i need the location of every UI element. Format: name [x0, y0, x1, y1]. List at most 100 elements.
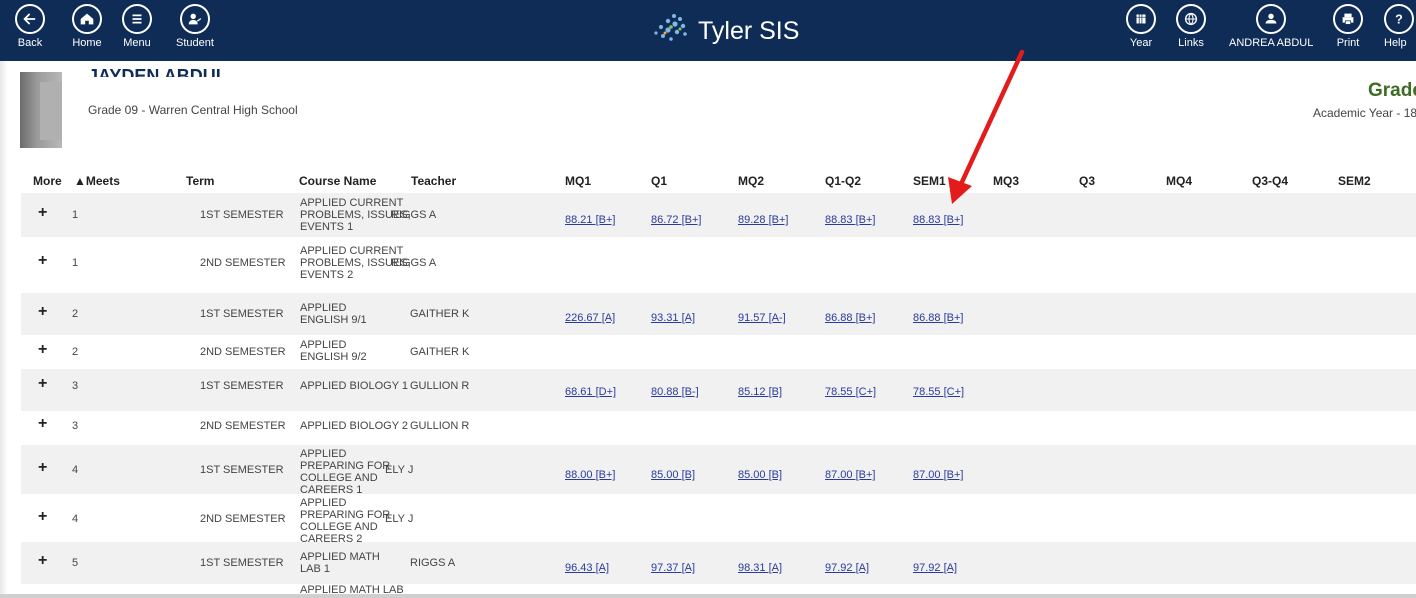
cell-teacher: GULLION R [410, 420, 470, 432]
col-header-course[interactable]: Course Name [299, 174, 376, 188]
cell-teacher: ELY J [385, 513, 414, 525]
col-header-q3[interactable]: Q3 [1079, 174, 1095, 188]
grade-link-mq1[interactable]: 68.61 [D+] [565, 386, 616, 398]
links-button[interactable]: Links [1176, 2, 1206, 49]
student-grade-school: Grade 09 - Warren Central High School [88, 103, 298, 117]
cell-teacher: GAITHER K [410, 346, 470, 358]
grade-link-mq1[interactable]: 88.21 [B+] [565, 214, 615, 226]
grade-link-sem1[interactable]: 87.00 [B+] [913, 469, 963, 481]
grade-link-q1[interactable]: 93.31 [A] [651, 312, 695, 324]
cell-term: 2ND SEMESTER [200, 346, 286, 358]
grade-link-mq2[interactable]: 85.12 [B] [738, 386, 782, 398]
globe-icon [1176, 4, 1206, 34]
cell-teacher: RIGGS A [391, 257, 437, 269]
col-header-mq4[interactable]: MQ4 [1166, 174, 1192, 188]
cell-course: APPLIED ENGLISH 9/1 [300, 302, 367, 326]
expand-plus-icon[interactable]: + [38, 552, 47, 570]
cell-teacher: RIGGS A [410, 557, 456, 569]
grade-link-q1-q2[interactable]: 97.92 [A] [825, 562, 869, 574]
cell-meets: 3 [72, 420, 79, 432]
grade-link-sem1[interactable]: 86.88 [B+] [913, 312, 963, 324]
grade-link-q1[interactable]: 97.37 [A] [651, 562, 695, 574]
back-arrow-icon [15, 4, 45, 34]
table-row: + 1 1ST SEMESTER APPLIED CURRENT PROBLEM… [21, 193, 1416, 237]
col-header-mq1[interactable]: MQ1 [565, 174, 591, 188]
grade-link-sem1[interactable]: 97.92 [A] [913, 562, 957, 574]
expand-plus-icon[interactable]: + [38, 341, 47, 359]
menu-button[interactable]: Menu [122, 2, 152, 49]
grade-link-mq2[interactable]: 89.28 [B+] [738, 214, 788, 226]
grade-link-q1-q2[interactable]: 87.00 [B+] [825, 469, 875, 481]
brand-logo: Tyler SIS [652, 12, 799, 50]
expand-plus-icon[interactable]: + [38, 252, 47, 270]
col-header-term[interactable]: Term [186, 174, 214, 188]
table-row: + 5 1ST SEMESTER APPLIED MATH LAB 1 RIGG… [21, 542, 1416, 584]
grade-link-mq1[interactable]: 96.43 [A] [565, 562, 609, 574]
grade-link-q1-q2[interactable]: 88.83 [B+] [825, 214, 875, 226]
cell-course: APPLIED BIOLOGY 1 [300, 380, 409, 392]
home-button[interactable]: Home [72, 2, 102, 49]
help-button[interactable]: ? Help [1384, 2, 1416, 49]
cell-meets: 1 [72, 209, 79, 221]
col-header-sem1[interactable]: SEM1 [913, 174, 946, 188]
cell-meets: 1 [72, 257, 79, 269]
help-icon: ? [1384, 4, 1414, 34]
expand-plus-icon[interactable]: + [38, 204, 47, 222]
table-row: + 2 1ST SEMESTER APPLIED ENGLISH 9/1 GAI… [21, 293, 1416, 335]
grade-link-mq1[interactable]: 226.67 [A] [565, 312, 615, 324]
col-header-q1[interactable]: Q1 [651, 174, 667, 188]
grade-link-q1[interactable]: 85.00 [B] [651, 469, 695, 481]
cell-term: 2ND SEMESTER [200, 513, 286, 525]
grade-link-mq2[interactable]: 85.00 [B] [738, 469, 782, 481]
col-header-meets[interactable]: ▲Meets [74, 174, 120, 188]
grade-link-q1-q2[interactable]: 78.55 [C+] [825, 386, 876, 398]
print-button[interactable]: Print [1333, 2, 1363, 49]
help-label: Help [1384, 37, 1407, 49]
cell-term: 1ST SEMESTER [200, 308, 284, 320]
grade-link-sem1[interactable]: 88.83 [B+] [913, 214, 963, 226]
cell-meets: 4 [72, 464, 79, 476]
cell-teacher: GAITHER K [410, 308, 470, 320]
expand-plus-icon[interactable]: + [38, 375, 47, 393]
grade-link-q1[interactable]: 86.72 [B+] [651, 214, 701, 226]
grade-link-mq2[interactable]: 91.57 [A-] [738, 312, 786, 324]
cell-teacher: RIGGS A [391, 209, 437, 221]
col-header-sem2[interactable]: SEM2 [1338, 174, 1371, 188]
back-button[interactable]: Back [15, 2, 45, 49]
col-header-mq3[interactable]: MQ3 [993, 174, 1019, 188]
back-label: Back [17, 37, 43, 49]
cell-course: APPLIED ENGLISH 9/2 [300, 339, 367, 363]
cell-term: 2ND SEMESTER [200, 420, 286, 432]
grade-link-mq2[interactable]: 98.31 [A] [738, 562, 782, 574]
menu-label: Menu [123, 37, 151, 49]
col-header-q3-q4[interactable]: Q3-Q4 [1252, 174, 1288, 188]
page-title: Grades [1368, 80, 1416, 101]
year-button[interactable]: Year [1126, 2, 1156, 49]
expand-plus-icon[interactable]: + [38, 303, 47, 321]
grade-link-q1[interactable]: 80.88 [B-] [651, 386, 699, 398]
cell-course: APPLIED MATH LAB [300, 584, 404, 594]
cell-course: APPLIED BIOLOGY 2 [300, 420, 409, 432]
expand-plus-icon[interactable]: + [38, 508, 47, 526]
expand-plus-icon[interactable]: + [38, 415, 47, 433]
grade-link-sem1[interactable]: 78.55 [C+] [913, 386, 964, 398]
student-photo [20, 72, 62, 148]
user-account-button[interactable]: ANDREA ABDUL [1229, 2, 1313, 49]
expand-plus-icon[interactable]: + [38, 459, 47, 477]
links-label: Links [1178, 37, 1204, 49]
grade-link-mq1[interactable]: 88.00 [B+] [565, 469, 615, 481]
table-row: + 3 1ST SEMESTER APPLIED BIOLOGY 1 GULLI… [21, 369, 1416, 411]
printer-icon [1333, 4, 1363, 34]
col-header-q1-q2[interactable]: Q1-Q2 [825, 174, 861, 188]
cell-term: 2ND SEMESTER [200, 257, 286, 269]
table-row: APPLIED MATH LAB [21, 584, 1416, 594]
grade-link-q1-q2[interactable]: 86.88 [B+] [825, 312, 875, 324]
col-header-mq2[interactable]: MQ2 [738, 174, 764, 188]
table-row: + 2 2ND SEMESTER APPLIED ENGLISH 9/2 GAI… [21, 335, 1416, 369]
col-header-teacher[interactable]: Teacher [411, 174, 456, 188]
student-label: Student [176, 37, 214, 49]
menu-icon [122, 4, 152, 34]
table-row: + 1 2ND SEMESTER APPLIED CURRENT PROBLEM… [21, 241, 1416, 285]
year-label: Year [1129, 37, 1153, 49]
student-button[interactable]: Student [176, 2, 214, 49]
